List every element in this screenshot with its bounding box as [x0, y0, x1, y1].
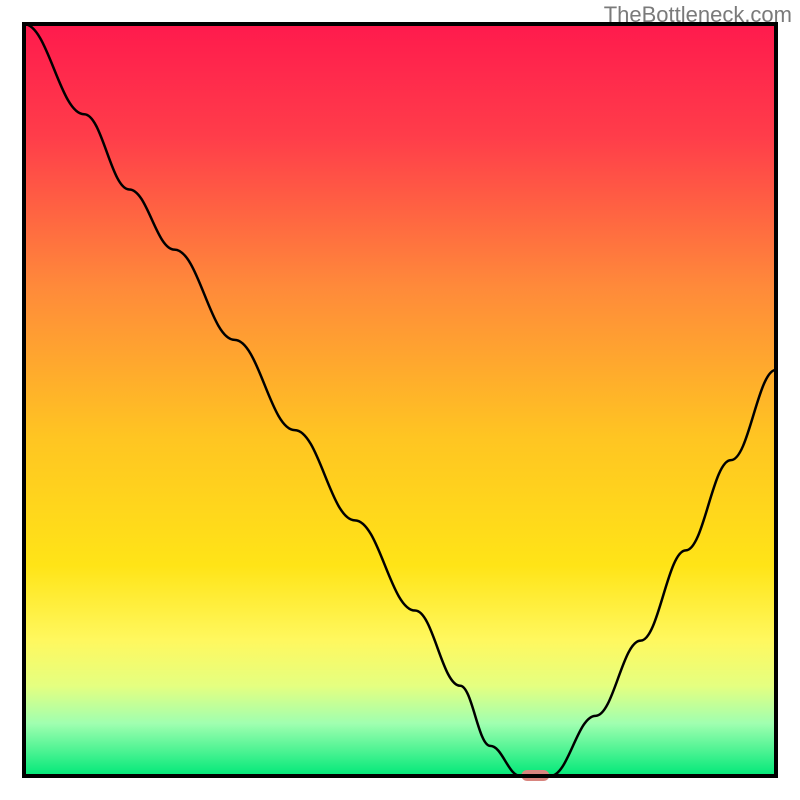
bottleneck-chart [0, 0, 800, 800]
plot-background [24, 24, 776, 776]
watermark-label: TheBottleneck.com [604, 2, 792, 28]
